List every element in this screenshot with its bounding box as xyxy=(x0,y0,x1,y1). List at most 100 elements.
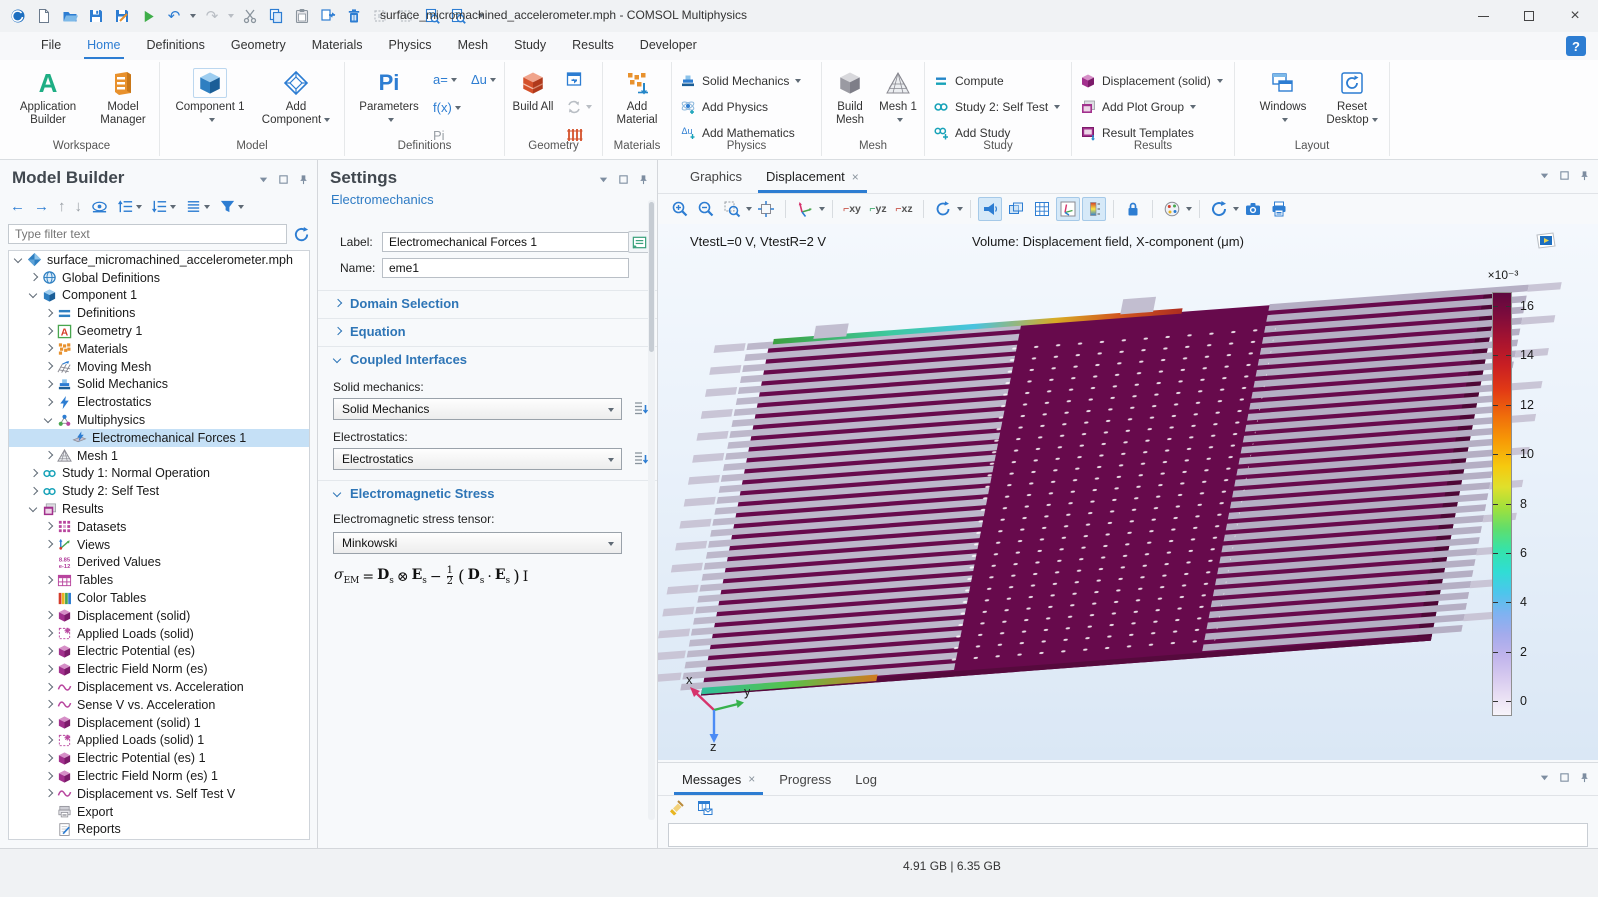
paste-button[interactable] xyxy=(292,6,312,26)
tree-expander[interactable] xyxy=(43,734,55,746)
view-xz-button[interactable]: ⌐xz xyxy=(892,197,916,221)
filter-button[interactable] xyxy=(219,198,244,215)
refresh-filter-icon[interactable] xyxy=(293,224,310,244)
tree-expander[interactable] xyxy=(43,361,55,373)
section-domain-selection[interactable]: Domain Selection xyxy=(318,290,657,316)
tree-expander[interactable] xyxy=(43,628,55,640)
tree-item[interactable]: Displacement (solid) xyxy=(9,607,309,625)
tree-item[interactable]: Sense V vs. Acceleration xyxy=(9,696,309,714)
collapse-all-button[interactable] xyxy=(117,198,142,215)
tree-item[interactable]: Derived Values xyxy=(9,554,309,572)
model-tree-nodes-button[interactable] xyxy=(185,198,210,215)
tree-expander[interactable] xyxy=(28,467,40,479)
transparency-toggle[interactable] xyxy=(1004,197,1028,221)
build-all-button[interactable]: Build All xyxy=(509,68,557,114)
close-tab-icon[interactable]: × xyxy=(748,772,755,786)
panel-pin-icon[interactable] xyxy=(1579,772,1590,783)
tree-expander[interactable] xyxy=(43,307,55,319)
tree-expander[interactable] xyxy=(43,770,55,782)
cut-button[interactable] xyxy=(240,6,260,26)
tree-expander[interactable] xyxy=(43,574,55,586)
tree-item[interactable]: Color Tables xyxy=(9,589,309,607)
model-manager-button[interactable]: Model Manager xyxy=(90,68,156,127)
tree-item[interactable]: Displacement vs. Acceleration xyxy=(9,678,309,696)
menu-geometry[interactable]: Geometry xyxy=(218,33,299,59)
parameters-button[interactable]: Pi Parameters xyxy=(357,68,421,127)
compute-button[interactable]: Compute xyxy=(933,70,1004,92)
rename-button[interactable] xyxy=(628,231,650,253)
tree-item[interactable]: Study 2: Self Test xyxy=(9,482,309,500)
settings-scrollbar[interactable] xyxy=(648,200,655,820)
menu-file[interactable]: File xyxy=(28,33,74,59)
tree-item[interactable]: Component 1 xyxy=(9,287,309,305)
add-plot-group-button[interactable]: Add Plot Group xyxy=(1080,96,1196,118)
undo-button[interactable]: ↶ xyxy=(164,6,184,26)
tree-expander[interactable] xyxy=(43,378,55,390)
tree-item[interactable]: Reports xyxy=(9,821,309,839)
close-button[interactable]: × xyxy=(1552,0,1598,32)
tab-progress[interactable]: Progress xyxy=(767,763,843,795)
tree-expander[interactable] xyxy=(43,396,55,408)
tree-item[interactable]: Export xyxy=(9,803,309,821)
copy-button[interactable] xyxy=(266,6,286,26)
expand-all-button[interactable] xyxy=(151,198,176,215)
tree-item[interactable]: Views xyxy=(9,536,309,554)
lock-view-button[interactable] xyxy=(1121,197,1145,221)
section-coupled-interfaces[interactable]: Coupled Interfaces xyxy=(318,346,657,372)
tree-item[interactable]: Mesh 1 xyxy=(9,447,309,465)
tab-graphics[interactable]: Graphics xyxy=(678,160,754,193)
snapshot-button[interactable] xyxy=(1241,197,1265,221)
close-tab-icon[interactable]: × xyxy=(852,170,859,184)
panel-pin-icon[interactable] xyxy=(638,174,649,185)
tree-item[interactable]: Datasets xyxy=(9,518,309,536)
tab-messages[interactable]: Messages× xyxy=(670,763,767,795)
tree-expander[interactable] xyxy=(43,325,55,337)
tree-item[interactable]: Results xyxy=(9,500,309,518)
save-as-button[interactable] xyxy=(112,6,132,26)
tree-item[interactable]: Moving Mesh xyxy=(9,358,309,376)
stress-tensor-select[interactable]: Minkowski xyxy=(333,532,622,554)
tree-item[interactable]: Geometry 1 xyxy=(9,322,309,340)
tree-item[interactable]: surface_micromachined_accelerometer.mph xyxy=(9,251,309,269)
redo-button[interactable]: ↷ xyxy=(202,6,222,26)
tree-expander[interactable] xyxy=(43,717,55,729)
section-electromagnetic-stress[interactable]: Electromagnetic Stress xyxy=(318,480,657,506)
tree-expander[interactable] xyxy=(43,610,55,622)
add-material-button[interactable]: Add Material xyxy=(608,68,666,127)
tree-item[interactable]: Electric Potential (es) 1 xyxy=(9,749,309,767)
menu-definitions[interactable]: Definitions xyxy=(134,33,218,59)
plot-group-select[interactable]: Displacement (solid) xyxy=(1080,70,1223,92)
tree-item[interactable]: Electric Field Norm (es) 1 xyxy=(9,767,309,785)
section-equation[interactable]: Equation xyxy=(318,318,657,344)
menu-home[interactable]: Home xyxy=(74,33,133,59)
save-button[interactable] xyxy=(86,6,106,26)
forward-button[interactable]: → xyxy=(34,198,49,215)
run-button[interactable] xyxy=(138,6,158,26)
build-mesh-button[interactable]: Build Mesh xyxy=(828,68,872,127)
undo-dropdown[interactable] xyxy=(190,14,196,18)
tree-item[interactable]: Multiphysics xyxy=(9,411,309,429)
physics-interface-select[interactable]: Solid Mechanics xyxy=(680,70,801,92)
panel-menu-icon[interactable] xyxy=(258,174,269,185)
menu-developer[interactable]: Developer xyxy=(627,33,710,59)
panel-menu-icon[interactable] xyxy=(1539,772,1550,783)
tree-expander[interactable] xyxy=(43,752,55,764)
tree-item[interactable]: Solid Mechanics xyxy=(9,376,309,394)
tree-expander[interactable] xyxy=(43,681,55,693)
functions-button[interactable]: f(x) xyxy=(433,100,461,115)
mesh1-button[interactable]: Mesh 1 xyxy=(876,68,920,127)
windows-button[interactable]: Windows xyxy=(1253,68,1313,127)
variables-button[interactable]: a= xyxy=(433,72,457,87)
panel-pin-icon[interactable] xyxy=(1579,170,1590,181)
maximize-button[interactable] xyxy=(1506,0,1552,32)
new-file-button[interactable] xyxy=(34,6,54,26)
tree-item[interactable]: Applied Loads (solid) 1 xyxy=(9,732,309,750)
insert-sequence-button[interactable] xyxy=(565,70,583,88)
rotate-button[interactable] xyxy=(931,197,955,221)
tree-expander[interactable] xyxy=(43,539,55,551)
zoom-in-button[interactable] xyxy=(668,197,692,221)
minimize-button[interactable] xyxy=(1460,0,1506,32)
tree-item[interactable]: Electric Field Norm (es) xyxy=(9,660,309,678)
panel-float-icon[interactable] xyxy=(1559,170,1570,181)
menu-mesh[interactable]: Mesh xyxy=(445,33,502,59)
